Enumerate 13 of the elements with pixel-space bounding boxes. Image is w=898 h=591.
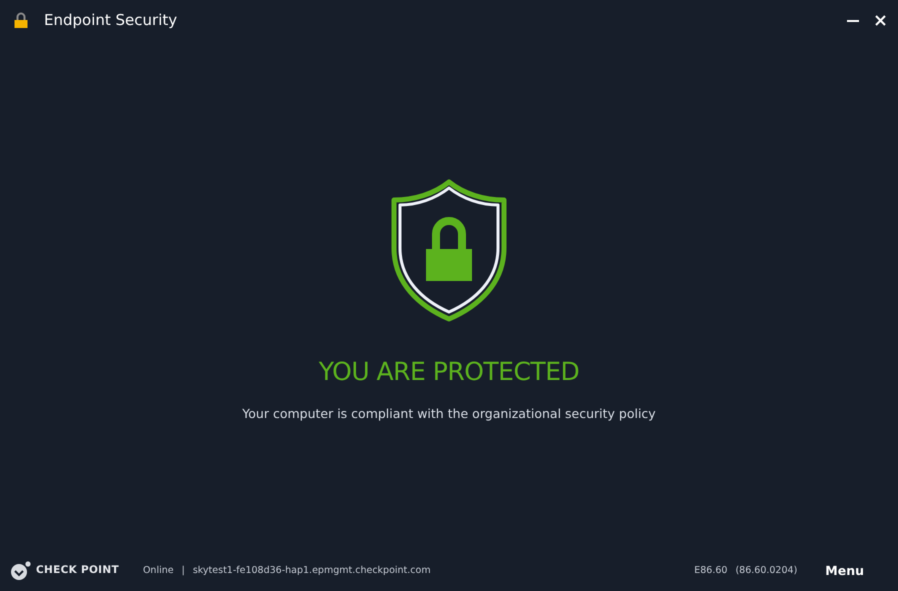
brand-name: CHECK POINT (36, 563, 119, 578)
status-heading: YOU ARE PROTECTED (318, 356, 580, 388)
connection-status: Online (142, 564, 174, 578)
version-text: E86.60 (694, 564, 728, 578)
padlock-icon (14, 12, 28, 28)
window-title: Endpoint Security (44, 10, 178, 31)
status-message: Your computer is compliant with the organizational security policy (242, 404, 656, 423)
build-number: (86.60.0204) (735, 564, 798, 578)
server-address: skytest1-fe108d36-hap1.epmgmt.checkpoint.com (192, 564, 431, 578)
menu-button[interactable]: Menu (823, 560, 866, 582)
logo-icon (10, 561, 32, 581)
close-icon (875, 14, 886, 26)
separator-text: | (182, 564, 185, 578)
